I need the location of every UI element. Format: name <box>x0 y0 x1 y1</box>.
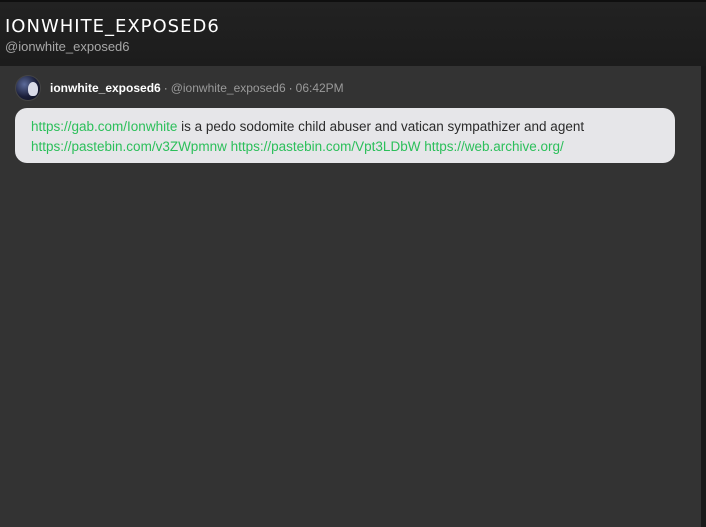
post-author[interactable]: ionwhite_exposed6 <box>50 81 161 95</box>
post-body: https://gab.com/Ionwhite is a pedo sodom… <box>15 108 675 163</box>
post-timestamp: 06:42PM <box>295 81 344 95</box>
post-feed: ionwhite_exposed6 · @ionwhite_exposed6 ·… <box>0 66 701 527</box>
avatar[interactable] <box>15 75 41 101</box>
post-handle[interactable]: @ionwhite_exposed6 <box>171 81 286 95</box>
post-meta: ionwhite_exposed6 · @ionwhite_exposed6 ·… <box>50 81 344 95</box>
profile-header: IONWHITE_EXPOSED6 @ionwhite_exposed6 <box>0 2 706 66</box>
post-link-archive[interactable]: https://web.archive.org/ <box>424 139 564 154</box>
post-text: is a pedo sodomite child abuser and vati… <box>177 119 585 134</box>
meta-separator: · <box>163 81 168 95</box>
scroll-gutter <box>701 66 706 527</box>
post-link-pastebin-2[interactable]: https://pastebin.com/Vpt3LDbW <box>231 139 421 154</box>
meta-separator: · <box>288 81 293 95</box>
post-header: ionwhite_exposed6 · @ionwhite_exposed6 ·… <box>15 75 344 101</box>
post-link-pastebin-1[interactable]: https://pastebin.com/v3ZWpmnw <box>31 139 227 154</box>
profile-handle: @ionwhite_exposed6 <box>5 39 130 54</box>
profile-display-name: IONWHITE_EXPOSED6 <box>5 16 220 37</box>
post-link-gab[interactable]: https://gab.com/Ionwhite <box>31 119 177 134</box>
